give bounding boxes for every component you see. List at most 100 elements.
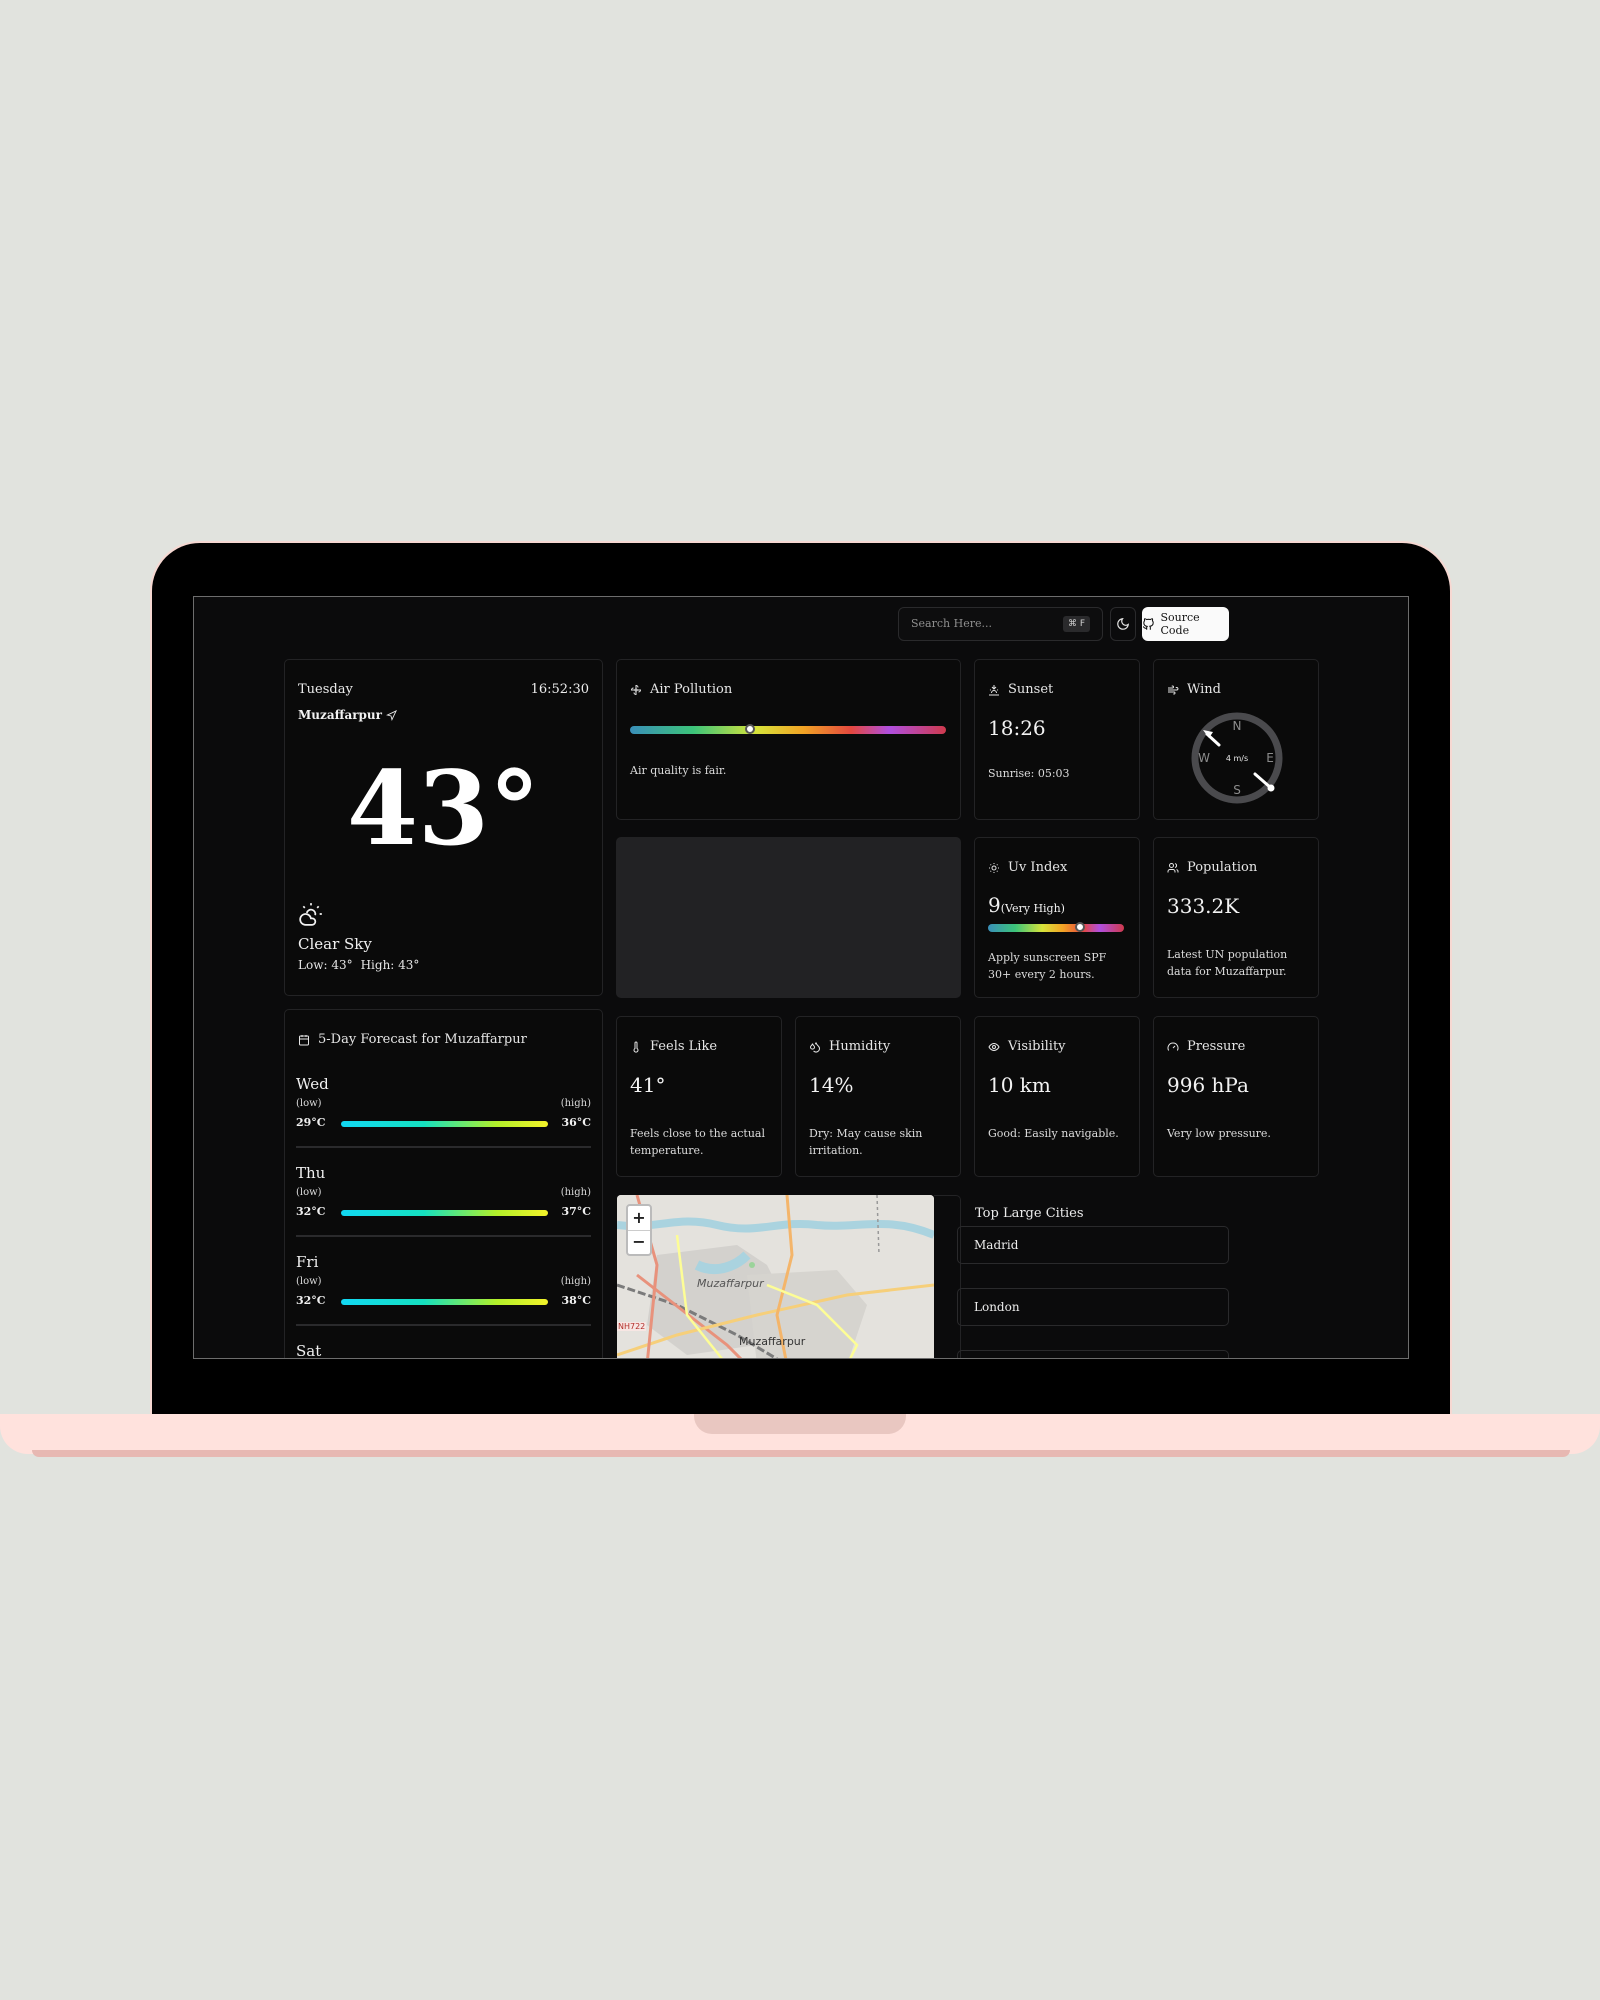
- forecast-title: 5-Day Forecast for Muzaffarpur: [298, 1032, 527, 1047]
- feels-like-card: Feels Like 41° Feels close to the actual…: [616, 1016, 782, 1177]
- compass-n: N: [1233, 719, 1242, 733]
- laptop-notch: [694, 1414, 906, 1434]
- population-card: Population 333.2K Latest UN population d…: [1153, 837, 1319, 998]
- eye-icon: [988, 1042, 1000, 1051]
- humidity-title: Humidity: [809, 1039, 890, 1054]
- zoom-in-button[interactable]: +: [628, 1206, 650, 1231]
- top-cities-title: Top Large Cities: [975, 1206, 1084, 1221]
- current-temperature: 43°: [347, 749, 540, 869]
- uv-desc: Apply sunscreen SPF 30+ every 2 hours.: [988, 951, 1107, 981]
- visibility-card: Visibility 10 km Good: Easily navigable.: [974, 1016, 1140, 1177]
- location-row: Muzaffarpur: [298, 708, 397, 722]
- forecast-card: 5-Day Forecast for Muzaffarpur Wed (low)…: [284, 1009, 603, 1359]
- uv-marker: [1075, 922, 1086, 932]
- forecast-low: 32°C: [296, 1205, 326, 1218]
- wind-fan-icon: [630, 684, 642, 695]
- population-label: Population: [1187, 860, 1258, 875]
- forecast-range-bar: [341, 1210, 548, 1216]
- visibility-desc: Good: Easily navigable.: [988, 1127, 1119, 1140]
- wind-title: Wind: [1167, 682, 1221, 697]
- high-temp: High: 43°: [360, 958, 420, 972]
- wind-arrow-dot: [1267, 784, 1275, 792]
- droplets-icon: [809, 1041, 821, 1053]
- wind-icon: [1168, 685, 1179, 694]
- sun-icon: [989, 862, 999, 873]
- humidity-desc: Dry: May cause skin irritation.: [809, 1127, 923, 1157]
- forecast-range-bar: [341, 1299, 548, 1305]
- forecast-divider: [296, 1324, 591, 1326]
- moon-icon: [1117, 618, 1129, 630]
- forecast-divider: [296, 1146, 591, 1148]
- forecast-low-label: (low): [296, 1276, 322, 1287]
- search-shortcut-badge: ⌘ F: [1062, 616, 1090, 632]
- population-value: 333.2K: [1167, 894, 1240, 918]
- sunset-title: Sunset: [988, 682, 1053, 697]
- pressure-value: 996 hPa: [1167, 1073, 1249, 1097]
- search-input[interactable]: Search Here... ⌘ F: [898, 607, 1103, 641]
- compass-w: W: [1198, 751, 1210, 765]
- forecast-low: 32°C: [296, 1294, 326, 1307]
- compass-s: S: [1233, 783, 1241, 797]
- pressure-desc: Very low pressure.: [1167, 1127, 1271, 1140]
- city-item-madrid[interactable]: Madrid: [957, 1226, 1229, 1264]
- wind-label: Wind: [1187, 682, 1221, 697]
- forecast-high: 36°C: [561, 1116, 591, 1129]
- visibility-label: Visibility: [1008, 1039, 1066, 1054]
- forecast-low: 29°C: [296, 1116, 326, 1129]
- city-item-label: Madrid: [974, 1238, 1019, 1252]
- forecast-day: Fri: [296, 1253, 319, 1271]
- air-pollution-card: Air Pollution Air quality is fair.: [616, 659, 961, 820]
- sunset-card: Sunset 18:26 Sunrise: 05:03: [974, 659, 1140, 820]
- forecast-high: 38°C: [561, 1294, 591, 1307]
- forecast-day: Sat: [296, 1342, 322, 1359]
- theme-toggle-button[interactable]: [1110, 607, 1136, 641]
- uv-value-row: 9(Very High): [988, 893, 1065, 917]
- city-item-label: London: [974, 1300, 1020, 1314]
- wind-speed: 4 m/s: [1226, 754, 1248, 763]
- forecast-low-label: (low): [296, 1098, 322, 1109]
- forecast-label: 5-Day Forecast for Muzaffarpur: [318, 1032, 527, 1047]
- uv-level-label: (Very High): [1000, 902, 1065, 915]
- uv-bar: [988, 922, 1124, 932]
- compass-e: E: [1266, 751, 1274, 765]
- forecast-range-bar: [341, 1121, 548, 1127]
- forecast-high-label: (high): [560, 1187, 591, 1198]
- population-title: Population: [1167, 860, 1257, 875]
- uv-title: Uv Index: [988, 860, 1067, 875]
- uv-label: Uv Index: [1008, 860, 1068, 875]
- forecast-high-label: (high): [560, 1098, 591, 1109]
- city-map[interactable]: Muzaffarpur Muzaffarpur NH722 + −: [617, 1195, 934, 1358]
- forecast-day: Thu: [296, 1164, 326, 1182]
- github-icon: [1142, 617, 1154, 630]
- partly-cloudy-icon: [299, 903, 322, 926]
- population-desc: Latest UN population data for Muzaffarpu…: [1167, 948, 1288, 978]
- current-weather-card: Tuesday 16:52:30 Muzaffarpur 43° Clear S…: [284, 659, 603, 996]
- laptop-base-lip: [32, 1450, 1570, 1457]
- humidity-value: 14%: [809, 1073, 854, 1097]
- sunset-time: 18:26: [988, 716, 1046, 740]
- city-item-london[interactable]: London: [957, 1288, 1229, 1326]
- zoom-out-button[interactable]: −: [628, 1231, 650, 1255]
- feels-like-label: Feels Like: [650, 1039, 718, 1054]
- forecast-divider: [296, 1235, 591, 1237]
- users-icon: [1167, 862, 1179, 872]
- map-label-road: NH722: [617, 1322, 647, 1331]
- low-high-row: Low: 43° High: 43°: [298, 958, 419, 972]
- map-zoom-controls: + −: [626, 1204, 652, 1256]
- humidity-label: Humidity: [829, 1039, 891, 1054]
- forecast-high: 37°C: [561, 1205, 591, 1218]
- source-code-button[interactable]: Source Code: [1142, 607, 1229, 641]
- wind-card: Wind N S E W 4 m/s: [1153, 659, 1319, 820]
- visibility-value: 10 km: [988, 1073, 1051, 1097]
- feels-like-title: Feels Like: [630, 1039, 717, 1054]
- map-label-city-2: Muzaffarpur: [739, 1335, 806, 1348]
- map-card-edge: [934, 1195, 961, 1358]
- current-time: 16:52:30: [530, 682, 589, 697]
- sunrise-time: Sunrise: 05:03: [988, 767, 1070, 780]
- forecast-low-label: (low): [296, 1187, 322, 1198]
- pressure-card: Pressure 996 hPa Very low pressure.: [1153, 1016, 1319, 1177]
- app-screen: Search Here... ⌘ F Source Code Tuesday 1…: [193, 596, 1409, 1359]
- sunset-icon: [989, 684, 999, 695]
- city-item-partial[interactable]: [957, 1350, 1229, 1358]
- source-code-label: Source Code: [1160, 611, 1200, 637]
